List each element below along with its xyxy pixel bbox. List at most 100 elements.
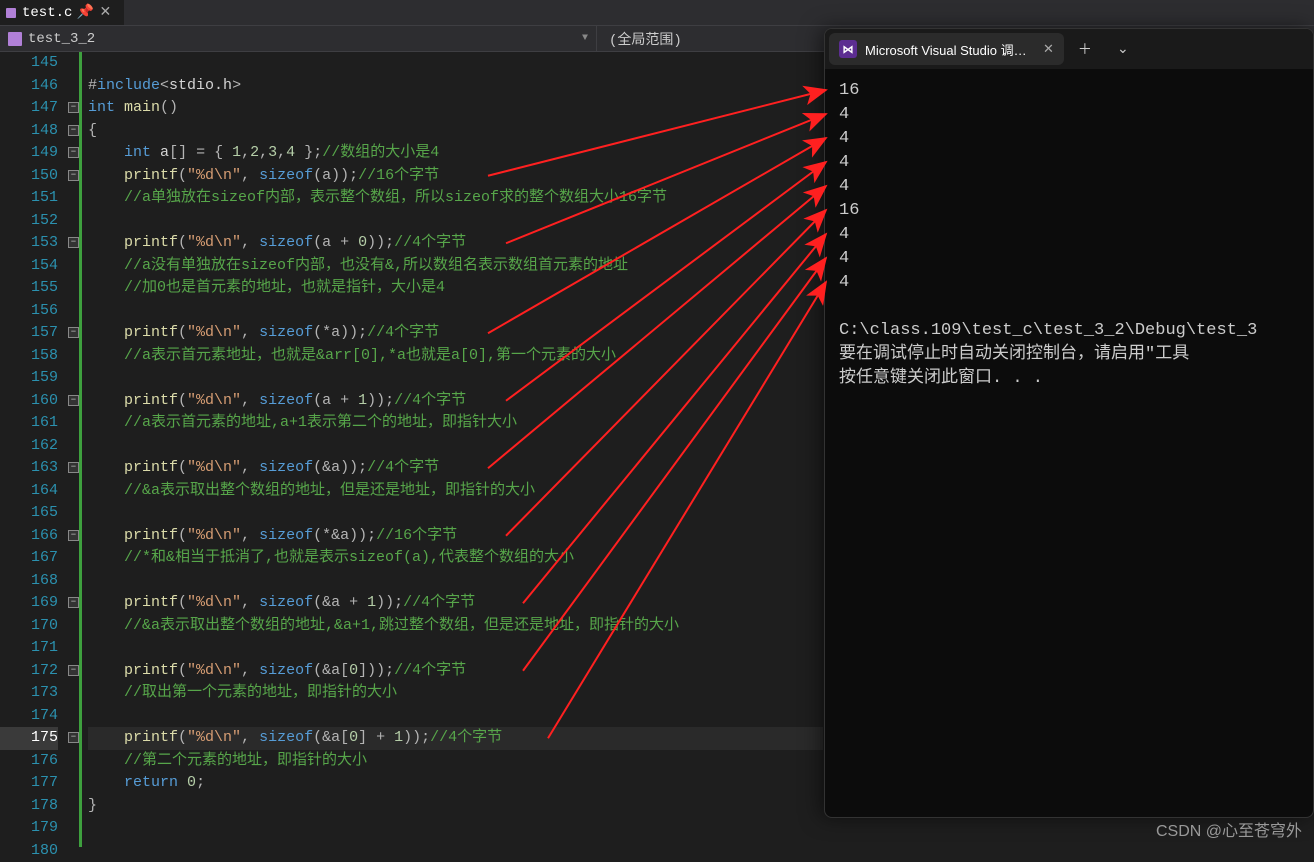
line-number: 165: [0, 502, 58, 525]
line-number: 169: [0, 592, 58, 615]
code-line[interactable]: [88, 840, 823, 862]
code-line[interactable]: [88, 637, 823, 660]
code-line[interactable]: printf("%d\n", sizeof(*a));//4个字节: [88, 322, 823, 345]
line-number: 175: [0, 727, 58, 750]
console-output[interactable]: 16444416444C:\class.109\test_c\test_3_2\…: [825, 69, 1313, 401]
fold-toggle[interactable]: −: [68, 125, 79, 136]
file-tab-test-c[interactable]: test.c 📌 ✕: [0, 0, 124, 25]
code-line[interactable]: //a表示首元素的地址,a+1表示第二个的地址，即指针大小: [88, 412, 823, 435]
line-number: 152: [0, 210, 58, 233]
code-line[interactable]: [88, 570, 823, 593]
fold-toggle[interactable]: −: [68, 530, 79, 541]
scope-dropdown-global[interactable]: (全局范围): [597, 29, 694, 49]
code-line[interactable]: //a没有单独放在sizeof内部，也没有&,所以数组名表示数组首元素的地址: [88, 255, 823, 278]
fold-toggle[interactable]: −: [68, 395, 79, 406]
line-number: 176: [0, 750, 58, 773]
code-line[interactable]: printf("%d\n", sizeof(a + 0));//4个字节: [88, 232, 823, 255]
fold-toggle[interactable]: −: [68, 237, 79, 248]
line-number: 164: [0, 480, 58, 503]
code-line[interactable]: {: [88, 120, 823, 143]
console-line: 4: [839, 175, 1299, 199]
code-line[interactable]: [88, 210, 823, 233]
file-tab-label: test.c: [22, 5, 72, 21]
line-number: 149: [0, 142, 58, 165]
code-line[interactable]: [88, 705, 823, 728]
code-line[interactable]: //第二个元素的地址，即指针的大小: [88, 750, 823, 773]
console-line: 4: [839, 127, 1299, 151]
line-number: 146: [0, 75, 58, 98]
line-number: 180: [0, 840, 58, 862]
line-number: 161: [0, 412, 58, 435]
line-number: 173: [0, 682, 58, 705]
line-number: 179: [0, 817, 58, 840]
fold-toggle[interactable]: −: [68, 170, 79, 181]
fold-toggle[interactable]: −: [68, 665, 79, 676]
line-number: 153: [0, 232, 58, 255]
code-line[interactable]: printf("%d\n", sizeof(&a[0] + 1));//4个字节: [88, 727, 823, 750]
code-line[interactable]: [88, 367, 823, 390]
code-line[interactable]: }: [88, 795, 823, 818]
visual-studio-icon: ⋈: [839, 40, 857, 58]
line-number: 150: [0, 165, 58, 188]
line-number: 178: [0, 795, 58, 818]
line-number: 167: [0, 547, 58, 570]
code-line[interactable]: [88, 817, 823, 840]
code-editor[interactable]: 1451461471481491501511521531541551561571…: [0, 52, 823, 847]
code-line[interactable]: int main(): [88, 97, 823, 120]
console-tab-strip: ⋈ Microsoft Visual Studio 调试控 ✕ ＋ ⌄: [825, 29, 1313, 69]
code-line[interactable]: //a单独放在sizeof内部，表示整个数组，所以sizeof求的整个数组大小1…: [88, 187, 823, 210]
code-line[interactable]: //取出第一个元素的地址，即指针的大小: [88, 682, 823, 705]
file-tab-strip: test.c 📌 ✕: [0, 0, 1314, 26]
line-number: 168: [0, 570, 58, 593]
pin-icon[interactable]: 📌: [78, 6, 92, 20]
code-line[interactable]: //&a表示取出整个数组的地址，但是还是地址，即指针的大小: [88, 480, 823, 503]
code-content[interactable]: #include<stdio.h>int main(){ int a[] = {…: [82, 52, 823, 847]
fold-strip: − − − − − − − − − − − −: [68, 52, 82, 847]
code-line[interactable]: int a[] = { 1,2,3,4 };//数组的大小是4: [88, 142, 823, 165]
debug-console-window: ⋈ Microsoft Visual Studio 调试控 ✕ ＋ ⌄ 1644…: [824, 28, 1314, 818]
code-line[interactable]: printf("%d\n", sizeof(a + 1));//4个字节: [88, 390, 823, 413]
code-line[interactable]: [88, 502, 823, 525]
line-number: 170: [0, 615, 58, 638]
close-icon[interactable]: ✕: [98, 6, 112, 20]
fold-toggle[interactable]: −: [68, 597, 79, 608]
console-line: 按任意键关闭此窗口. . .: [839, 367, 1299, 391]
console-line: 要在调试停止时自动关闭控制台，请启用"工具: [839, 343, 1299, 367]
watermark: CSDN @心至苍穹外: [1156, 817, 1302, 841]
code-line[interactable]: printf("%d\n", sizeof(&a[0]));//4个字节: [88, 660, 823, 683]
console-line: C:\class.109\test_c\test_3_2\Debug\test_…: [839, 319, 1299, 343]
line-number: 151: [0, 187, 58, 210]
code-line[interactable]: return 0;: [88, 772, 823, 795]
fold-toggle[interactable]: −: [68, 147, 79, 158]
code-line[interactable]: //*和&相当于抵消了,也就是表示sizeof(a),代表整个数组的大小: [88, 547, 823, 570]
code-line[interactable]: printf("%d\n", sizeof(&a));//4个字节: [88, 457, 823, 480]
code-line[interactable]: printf("%d\n", sizeof(a));//16个字节: [88, 165, 823, 188]
close-icon[interactable]: ✕: [1043, 41, 1054, 57]
fold-toggle[interactable]: −: [68, 327, 79, 338]
code-line[interactable]: //&a表示取出整个数组的地址,&a+1,跳过整个数组，但是还是地址，即指针的大…: [88, 615, 823, 638]
code-line[interactable]: [88, 435, 823, 458]
new-tab-button[interactable]: ＋: [1068, 33, 1102, 65]
fold-toggle[interactable]: −: [68, 732, 79, 743]
line-number: 158: [0, 345, 58, 368]
code-line[interactable]: //加0也是首元素的地址，也就是指针，大小是4: [88, 277, 823, 300]
scope-dropdown-module[interactable]: test_3_2 ▼: [0, 26, 597, 51]
console-tab[interactable]: ⋈ Microsoft Visual Studio 调试控 ✕: [829, 33, 1064, 65]
code-line[interactable]: #include<stdio.h>: [88, 75, 823, 98]
line-number: 157: [0, 322, 58, 345]
line-number: 171: [0, 637, 58, 660]
code-line[interactable]: printf("%d\n", sizeof(&a + 1));//4个字节: [88, 592, 823, 615]
code-line[interactable]: [88, 52, 823, 75]
fold-toggle[interactable]: −: [68, 102, 79, 113]
line-number: 174: [0, 705, 58, 728]
tab-menu-button[interactable]: ⌄: [1106, 33, 1140, 65]
code-line[interactable]: //a表示首元素地址，也就是&arr[0],*a也就是a[0],第一个元素的大小: [88, 345, 823, 368]
console-tab-title: Microsoft Visual Studio 调试控: [865, 40, 1035, 59]
fold-toggle[interactable]: −: [68, 462, 79, 473]
line-number: 172: [0, 660, 58, 683]
code-line[interactable]: [88, 300, 823, 323]
line-number: 163: [0, 457, 58, 480]
line-number: 166: [0, 525, 58, 548]
scope-global-label: (全局范围): [609, 33, 682, 49]
code-line[interactable]: printf("%d\n", sizeof(*&a));//16个字节: [88, 525, 823, 548]
